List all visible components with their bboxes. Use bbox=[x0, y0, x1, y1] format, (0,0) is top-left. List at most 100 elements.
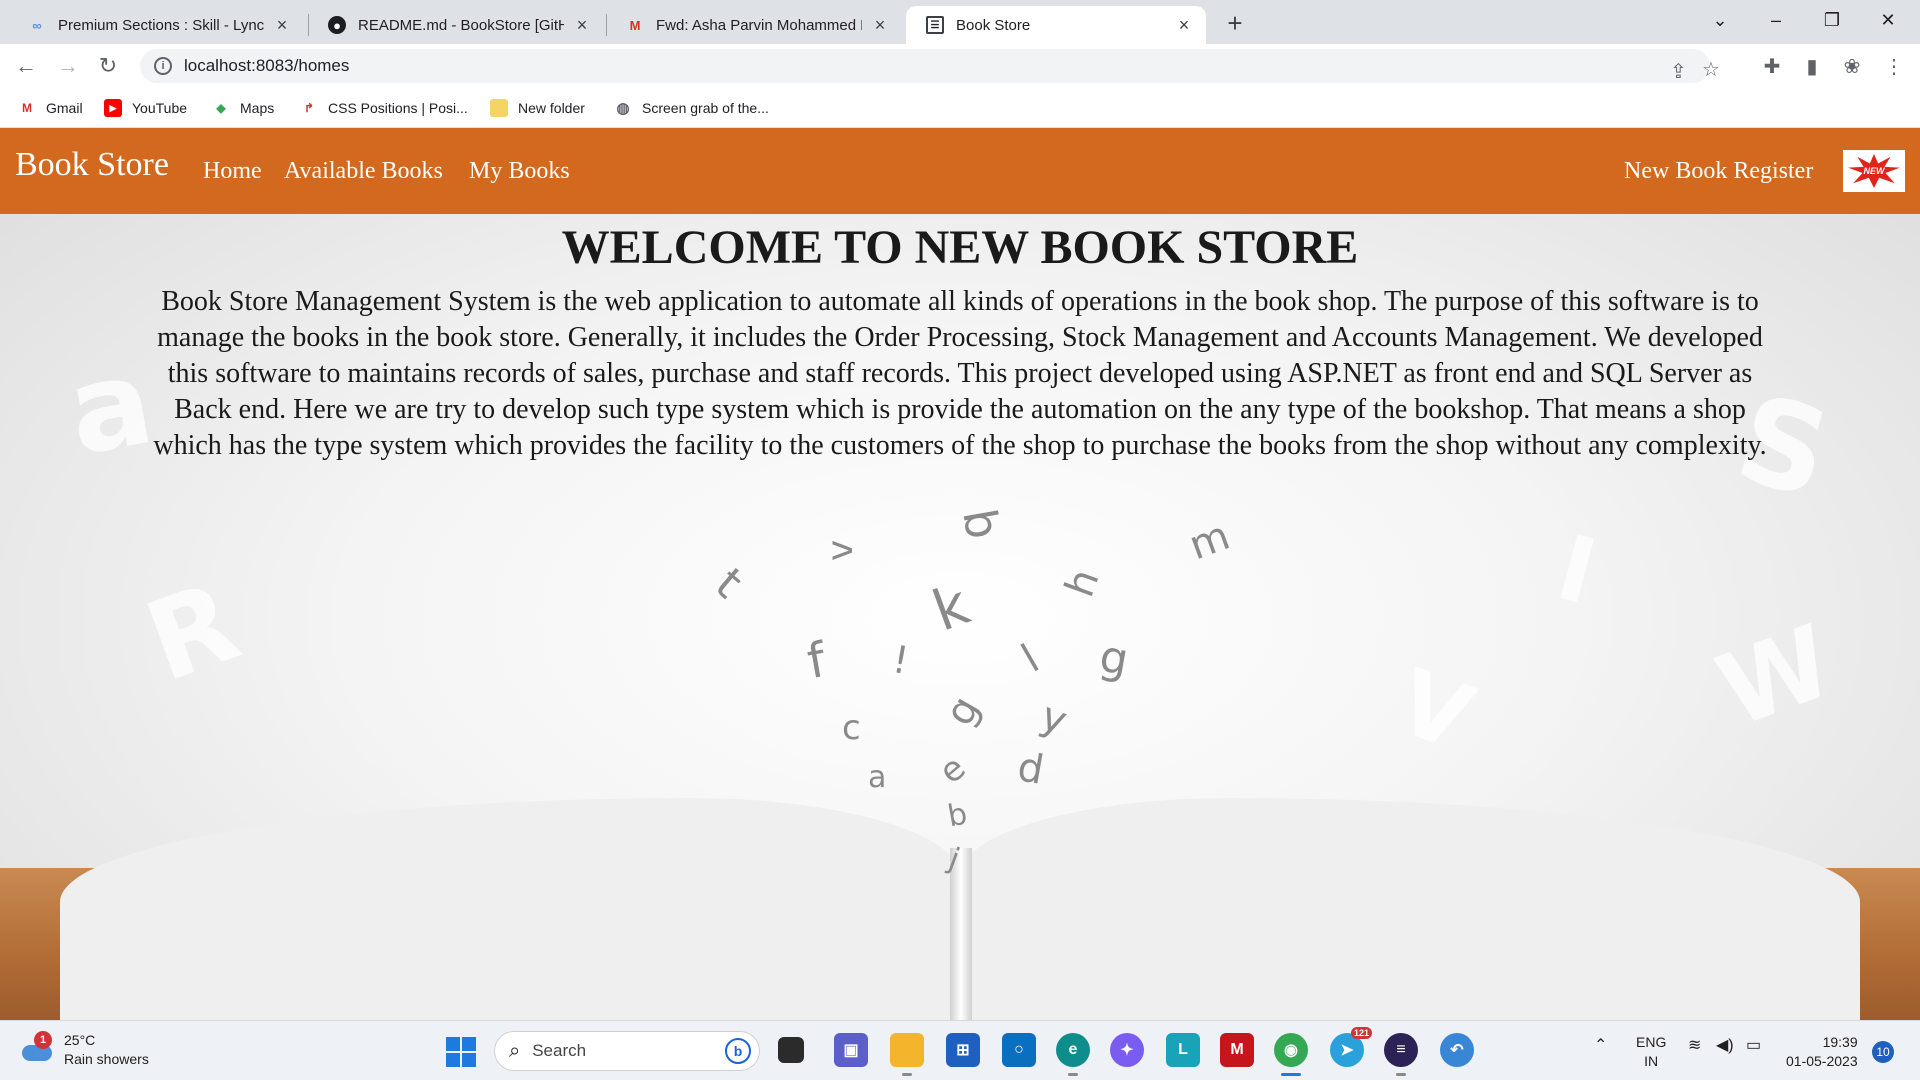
floating-letter: a bbox=[868, 760, 887, 795]
minimize-button[interactable]: – bbox=[1756, 4, 1796, 36]
new-starburst-icon: NEW bbox=[1848, 154, 1900, 188]
restore-button[interactable]: ❐ bbox=[1812, 4, 1852, 36]
mcafee-icon[interactable]: M bbox=[1220, 1033, 1254, 1067]
globe-icon: ◍ bbox=[616, 100, 630, 117]
tab-search-button[interactable]: ⌄ bbox=[1700, 4, 1740, 36]
telegram-icon[interactable]: ➤ 121 bbox=[1330, 1027, 1372, 1067]
floating-letter: l bbox=[1014, 636, 1047, 682]
battery-icon[interactable]: ▭ bbox=[1746, 1035, 1761, 1055]
copilot-icon[interactable]: ✦ bbox=[1110, 1033, 1144, 1067]
weather-widget[interactable]: 1 25°C Rain showers bbox=[20, 1031, 149, 1069]
close-window-button[interactable]: ✕ bbox=[1868, 4, 1908, 36]
notification-count-badge[interactable]: 10 bbox=[1872, 1041, 1894, 1063]
folder-icon bbox=[490, 99, 508, 117]
teams-chat-icon[interactable]: ▣ bbox=[834, 1033, 868, 1067]
floating-letter: g bbox=[936, 688, 989, 734]
close-icon[interactable]: × bbox=[870, 15, 890, 35]
menu-icon[interactable]: ⋮ bbox=[1880, 52, 1908, 80]
bookmark-youtube[interactable]: ▶ YouTube bbox=[104, 96, 187, 120]
weather-alert-badge: 1 bbox=[34, 1031, 52, 1049]
side-panel-icon[interactable]: ▮ bbox=[1798, 52, 1826, 80]
taskbar-search[interactable]: ⌕ Search b bbox=[494, 1031, 760, 1071]
close-icon[interactable]: × bbox=[272, 15, 292, 35]
floating-letter: q bbox=[945, 505, 1004, 545]
tab-book-store[interactable]: ☰ Book Store × bbox=[906, 6, 1206, 44]
floating-letter: k bbox=[924, 572, 978, 645]
tab-lync[interactable]: ∞ Premium Sections : Skill - Lync × bbox=[8, 6, 304, 44]
bookmark-label: Screen grab of the... bbox=[642, 100, 769, 116]
volume-icon[interactable]: ◀) bbox=[1716, 1035, 1734, 1055]
bookmark-star-icon[interactable]: ☆ bbox=[1702, 57, 1720, 82]
floating-letter: c bbox=[842, 708, 861, 748]
system-clock[interactable]: 19:39 01-05-2023 bbox=[1786, 1033, 1858, 1071]
youtube-icon: ▶ bbox=[104, 99, 122, 117]
nav-home[interactable]: Home bbox=[203, 158, 262, 185]
temperature: 25°C bbox=[64, 1032, 96, 1048]
floating-letter: m bbox=[1183, 512, 1236, 570]
tab-title: Fwd: Asha Parvin Mohammed Ha bbox=[656, 16, 862, 34]
app-arrow-icon[interactable]: ↶ bbox=[1440, 1033, 1474, 1067]
page-icon: ☰ bbox=[926, 16, 944, 34]
telegram-badge: 121 bbox=[1350, 1027, 1372, 1039]
tab-gmail[interactable]: M Fwd: Asha Parvin Mohammed Ha × bbox=[606, 6, 902, 44]
page-heading: WELCOME TO NEW BOOK STORE bbox=[561, 221, 1359, 274]
region-code: IN bbox=[1644, 1053, 1659, 1069]
share-icon[interactable]: ⇪ bbox=[1670, 59, 1687, 84]
site-navbar: Book Store Home Available Books My Books… bbox=[0, 128, 1920, 214]
nav-my-books[interactable]: My Books bbox=[469, 158, 570, 185]
gmail-icon: M bbox=[629, 17, 641, 33]
profile-avatar[interactable]: ❀ bbox=[1838, 52, 1866, 80]
show-hidden-icons-chevron[interactable]: ⌃ bbox=[1594, 1035, 1607, 1055]
bookmark-label: CSS Positions | Posi... bbox=[328, 100, 468, 116]
rain-cloud-icon: 1 bbox=[20, 1031, 54, 1065]
windows-start-button[interactable] bbox=[446, 1037, 476, 1067]
language-indicator[interactable]: ENG IN bbox=[1636, 1033, 1666, 1071]
reload-button[interactable]: ↻ bbox=[92, 50, 124, 82]
microsoft-store-icon[interactable]: ⊞ bbox=[946, 1033, 980, 1067]
taskbar: 1 25°C Rain showers ⌕ Search b ▣ ⊞ ○ e ✦… bbox=[0, 1020, 1920, 1080]
extensions-icon[interactable]: ✚ bbox=[1758, 52, 1786, 80]
close-icon[interactable]: × bbox=[1174, 15, 1194, 35]
weather-text: 25°C Rain showers bbox=[64, 1031, 149, 1069]
bookmark-maps[interactable]: ◆ Maps bbox=[212, 96, 274, 120]
floating-letter: h bbox=[1056, 563, 1109, 603]
tab-github[interactable]: ● README.md - BookStore [GitHub × bbox=[308, 6, 604, 44]
cortana-icon[interactable]: ○ bbox=[1002, 1033, 1036, 1067]
forward-button[interactable]: → bbox=[52, 50, 84, 82]
address-bar[interactable]: i localhost:8083/homes ⇪ ☆ bbox=[140, 49, 1720, 84]
search-icon: ⌕ bbox=[509, 1039, 521, 1062]
floating-letter: v bbox=[820, 539, 862, 562]
back-button[interactable]: ← bbox=[10, 50, 42, 82]
new-badge-text: NEW bbox=[1863, 166, 1885, 176]
site-brand[interactable]: Book Store bbox=[15, 146, 169, 184]
task-view-icon[interactable] bbox=[778, 1037, 804, 1063]
browser-toolbar: ← → ↻ i localhost:8083/homes ⇪ ☆ ✚ ▮ ❀ ⋮ bbox=[0, 44, 1920, 88]
floating-letter: g bbox=[1095, 630, 1133, 687]
wifi-icon[interactable]: ≋ bbox=[1688, 1035, 1701, 1055]
nav-available-books[interactable]: Available Books bbox=[284, 158, 443, 185]
clock-time: 19:39 bbox=[1822, 1034, 1858, 1050]
bookmark-css-positions[interactable]: ↱ CSS Positions | Posi... bbox=[300, 96, 468, 120]
eclipse-icon[interactable]: ≡ bbox=[1384, 1033, 1418, 1076]
lync-l-icon[interactable]: L bbox=[1166, 1033, 1200, 1067]
floating-letter: I bbox=[1546, 515, 1607, 626]
search-label: Search bbox=[532, 1041, 587, 1060]
language-code: ENG bbox=[1636, 1034, 1667, 1050]
bookmark-new-folder[interactable]: New folder bbox=[490, 96, 585, 120]
css-icon: ↱ bbox=[303, 101, 315, 115]
new-tab-button[interactable]: + bbox=[1220, 8, 1250, 38]
site-info-icon[interactable]: i bbox=[154, 57, 172, 75]
bing-icon[interactable]: b bbox=[725, 1038, 751, 1064]
tab-title: Premium Sections : Skill - Lync bbox=[58, 16, 264, 34]
file-explorer-icon[interactable] bbox=[890, 1033, 924, 1076]
edge-browser-icon[interactable]: e bbox=[1056, 1033, 1090, 1076]
new-book-register-link[interactable]: New Book Register bbox=[1624, 158, 1813, 185]
bookmark-screen-grab[interactable]: ◍ Screen grab of the... bbox=[614, 96, 769, 120]
url-text[interactable]: localhost:8083/homes bbox=[184, 56, 349, 76]
floating-letter: d bbox=[1014, 744, 1048, 794]
floating-letter: e bbox=[931, 747, 974, 793]
close-icon[interactable]: × bbox=[572, 15, 592, 35]
bookmark-gmail[interactable]: M Gmail bbox=[18, 96, 83, 120]
weather-condition: Rain showers bbox=[64, 1051, 149, 1067]
chrome-icon[interactable]: ◉ bbox=[1274, 1033, 1308, 1076]
